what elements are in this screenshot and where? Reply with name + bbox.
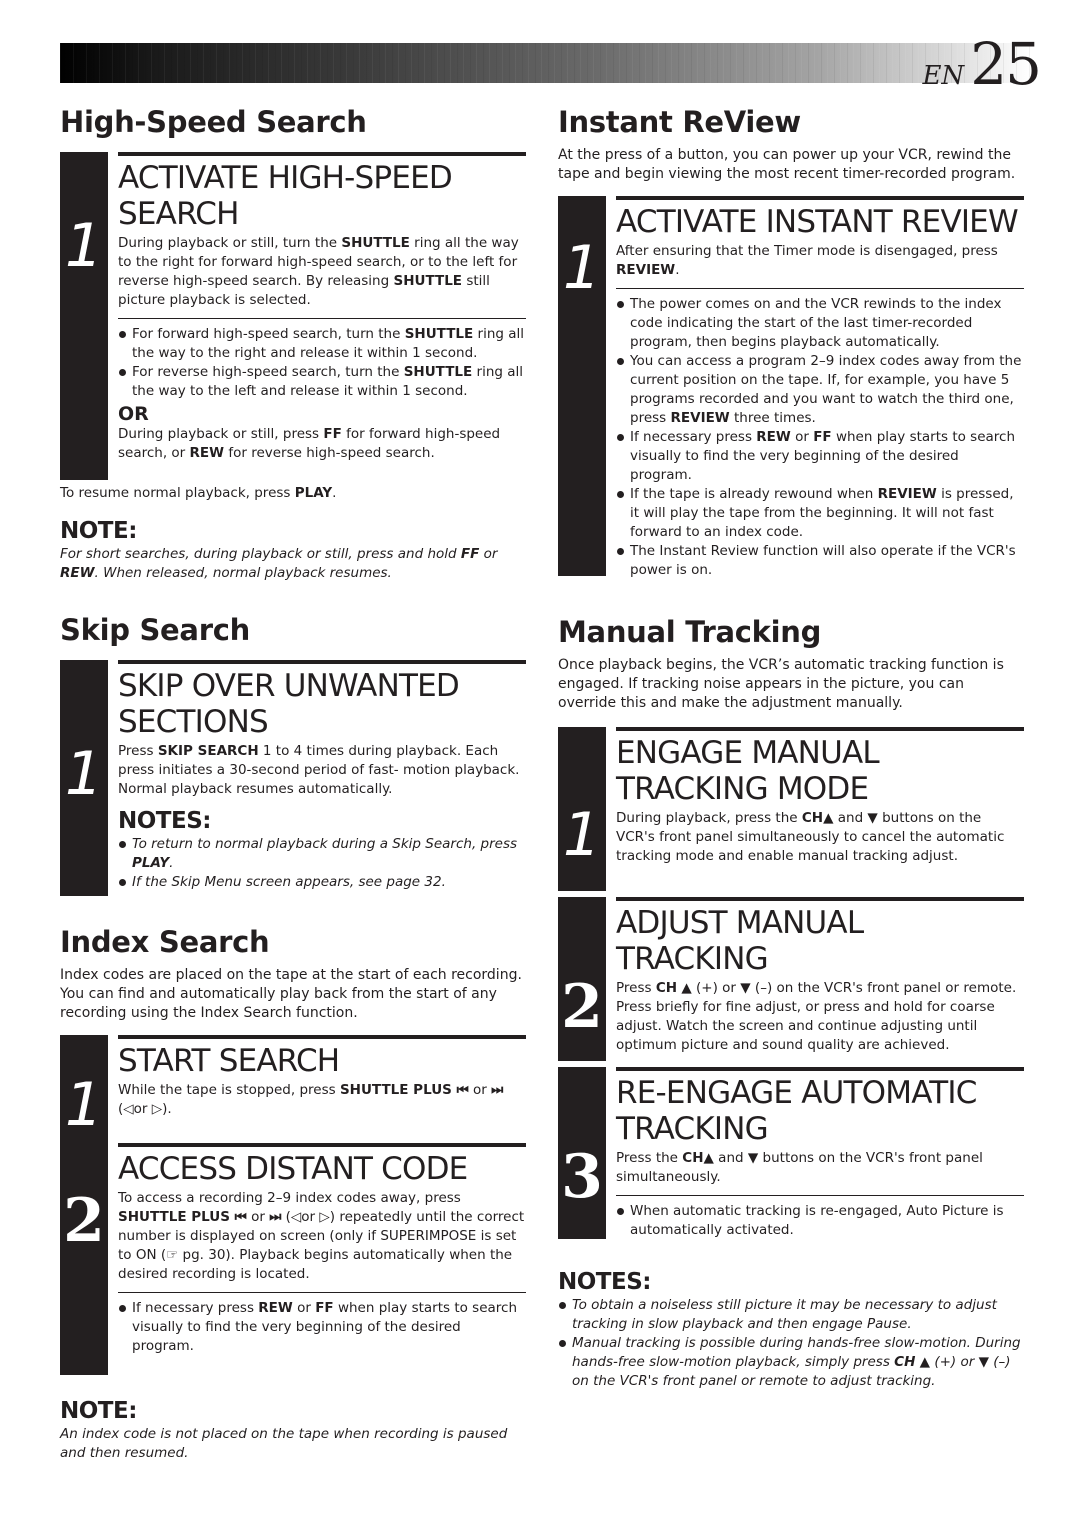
divider (616, 897, 1024, 901)
header-gradient-bar (60, 43, 1030, 83)
list-item: If necessary press REW or FF when play s… (616, 428, 1024, 485)
divider (616, 727, 1024, 731)
step-number: 2 (561, 972, 603, 1042)
step-text: During playback, press the CH▲ and ▼ but… (616, 810, 1005, 864)
notes-heading: NOTES: (558, 1269, 651, 1295)
section-title: High-Speed Search (60, 105, 367, 139)
step-3-reengage-automatic: 3 RE-ENGAGE AUTOMATIC TRACKING Press the… (558, 1067, 1024, 1240)
list-item: To return to normal playback during a Sk… (118, 835, 526, 873)
step-number-bar: 2 (558, 897, 606, 1061)
step-number: 2 (63, 1186, 105, 1256)
step-text: During playback or still, turn the SHUTT… (118, 235, 519, 308)
notes-list: To return to normal playback during a Sk… (118, 835, 526, 892)
section-title: Index Search (60, 925, 270, 959)
step-title: START SEARCH (118, 1043, 340, 1079)
divider (616, 196, 1024, 200)
step-number-bar: 3 (558, 1067, 606, 1239)
list-item: You can access a program 2–9 index codes… (616, 352, 1024, 428)
step-text: After ensuring that the Timer mode is di… (616, 243, 998, 278)
section-title: Manual Tracking (558, 615, 822, 649)
list-item: The Instant Review function will also op… (616, 542, 1024, 580)
step-text: While the tape is stopped, press SHUTTLE… (118, 1082, 504, 1117)
list-item: The power comes on and the VCR rewinds t… (616, 295, 1024, 352)
step-1-activate-instant-review: 1 ACTIVATE INSTANT REVIEW After ensuring… (558, 196, 1024, 580)
section-title: Skip Search (60, 613, 250, 647)
step-title: ENGAGE MANUAL TRACKING MODE (616, 735, 880, 807)
step-number-bar: 1 (558, 196, 606, 576)
step-number-bar: 1 (60, 152, 108, 480)
step-title: ACTIVATE HIGH-SPEED SEARCH (118, 160, 453, 232)
bullet-list: When automatic tracking is re-engaged, A… (616, 1202, 1024, 1240)
language-code: EN (922, 61, 965, 91)
bullet-list: If necessary press REW or FF when play s… (118, 1299, 526, 1356)
step-title: ACTIVATE INSTANT REVIEW (616, 204, 1019, 240)
intro-text: Once playback begins, the VCR’s automati… (558, 657, 1004, 711)
resume-text: To resume normal playback, press PLAY. (60, 485, 337, 501)
list-item: If the tape is already rewound when REVI… (616, 485, 1024, 542)
step-number-bar: 1 (60, 660, 108, 896)
step-number-bar: 2 (60, 1143, 108, 1375)
divider (616, 288, 1024, 289)
step-text: Press SKIP SEARCH 1 to 4 times during pl… (118, 743, 520, 797)
or-label: OR (118, 403, 149, 425)
list-item: If the Skip Menu screen appears, see pag… (118, 873, 526, 892)
note-heading: NOTE: (60, 1398, 137, 1424)
list-item: Manual tracking is possible during hands… (558, 1334, 1024, 1391)
notes-heading: NOTES: (118, 808, 211, 834)
divider (118, 152, 526, 156)
note-text: An index code is not placed on the tape … (60, 1426, 508, 1461)
step-title: SKIP OVER UNWANTED SECTIONS (118, 668, 460, 740)
step-1-skip-over: 1 SKIP OVER UNWANTED SECTIONS Press SKIP… (60, 660, 526, 896)
note-heading: NOTE: (60, 518, 137, 544)
bullet-list: The power comes on and the VCR rewinds t… (616, 295, 1024, 580)
step-1-engage-manual: 1 ENGAGE MANUAL TRACKING MODE During pla… (558, 727, 1024, 891)
list-item: If necessary press REW or FF when play s… (118, 1299, 526, 1356)
manual-tracking-section: Manual Tracking Once playback begins, th… (558, 614, 1024, 1391)
divider (118, 660, 526, 664)
bullet-list: For forward high-speed search, turn the … (118, 325, 526, 401)
divider (616, 1195, 1024, 1196)
step-number-bar: 1 (60, 1035, 108, 1143)
page-number-value: 25 (970, 30, 1042, 98)
instant-review-section: Instant ReView At the press of a button,… (558, 104, 1024, 580)
note-text: For short searches, during playback or s… (60, 546, 498, 581)
step-number: 1 (64, 211, 104, 281)
high-speed-search-section: High-Speed Search 1 ACTIVATE HIGH-SPEED … (60, 104, 526, 583)
step-text: Press the CH▲ and ▼ buttons on the VCR's… (616, 1150, 983, 1185)
alt-text: During playback or still, press FF for f… (118, 426, 501, 461)
step-1-start-search: 1 START SEARCH While the tape is stopped… (60, 1035, 526, 1143)
notes-list: To obtain a noiseless still picture it m… (558, 1296, 1024, 1391)
divider (118, 1035, 526, 1039)
skip-search-section: Skip Search 1 SKIP OVER UNWANTED SECTION… (60, 612, 526, 896)
list-item: For forward high-speed search, turn the … (118, 325, 526, 363)
step-2-access-distant-code: 2 ACCESS DISTANT CODE To access a record… (60, 1143, 526, 1375)
step-text: Press CH ▲ (+) or ▼ (–) on the VCR's fro… (616, 980, 1017, 1053)
step-title: ADJUST MANUAL TRACKING (616, 905, 864, 977)
page-number: EN 25 (922, 30, 1042, 98)
step-title: ACCESS DISTANT CODE (118, 1151, 468, 1187)
divider (118, 318, 526, 319)
divider (616, 1067, 1024, 1071)
section-title: Instant ReView (558, 105, 801, 139)
step-number: 1 (562, 233, 602, 303)
step-2-adjust-manual: 2 ADJUST MANUAL TRACKING Press CH ▲ (+) … (558, 897, 1024, 1061)
step-number: 1 (562, 800, 602, 870)
step-1-activate-high-speed: 1 ACTIVATE HIGH-SPEED SEARCH During play… (60, 152, 526, 480)
divider (118, 1292, 526, 1293)
step-title: RE-ENGAGE AUTOMATIC TRACKING (616, 1075, 977, 1147)
step-text: To access a recording 2–9 index codes aw… (118, 1190, 525, 1282)
list-item: To obtain a noiseless still picture it m… (558, 1296, 1024, 1334)
step-number-bar: 1 (558, 727, 606, 891)
intro-text: Index codes are placed on the tape at th… (60, 967, 522, 1021)
divider (118, 1143, 526, 1147)
index-search-section: Index Search Index codes are placed on t… (60, 924, 526, 1463)
list-item: When automatic tracking is re-engaged, A… (616, 1202, 1024, 1240)
step-number: 1 (64, 739, 104, 809)
step-number: 1 (64, 1070, 104, 1140)
step-number: 3 (561, 1142, 603, 1212)
list-item: For reverse high-speed search, turn the … (118, 363, 526, 401)
intro-text: At the press of a button, you can power … (558, 147, 1016, 182)
